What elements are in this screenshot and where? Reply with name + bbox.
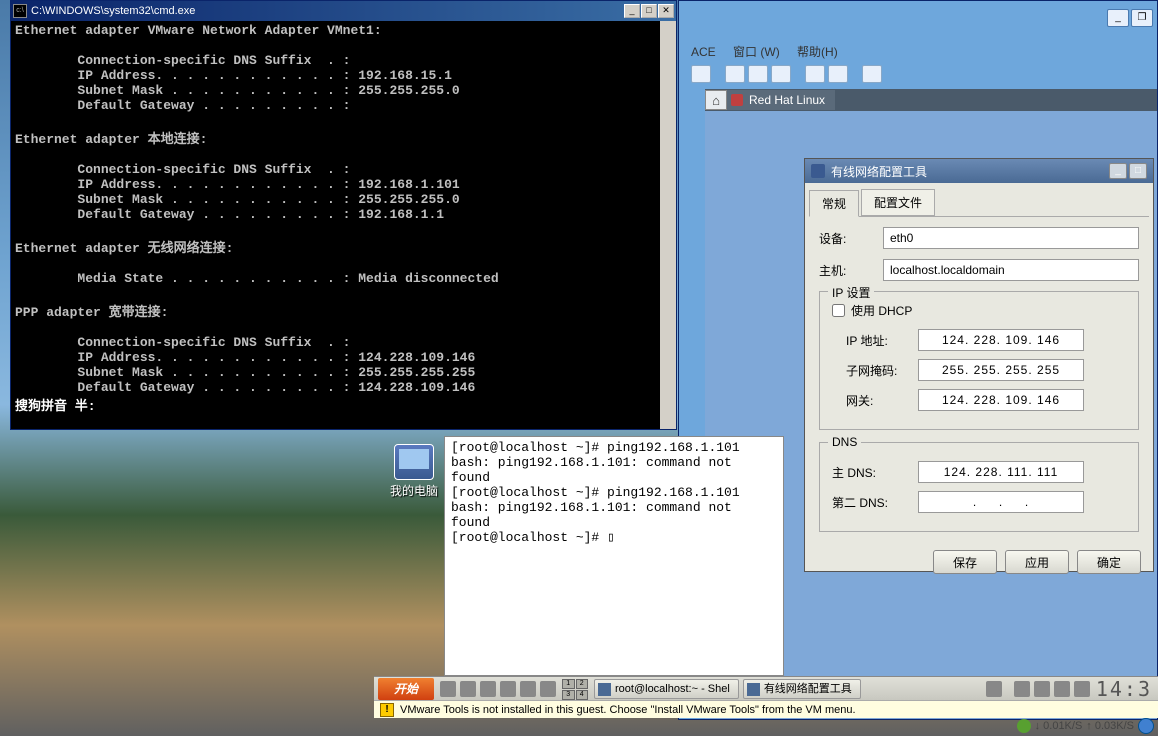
cmd-text: Ethernet adapter VMware Network Adapter … [15,23,499,395]
tray-icon[interactable] [460,681,476,697]
dialog-titlebar[interactable]: 有线网络配置工具 _ □ [805,159,1153,183]
toolbar-button[interactable] [748,65,768,83]
gateway-label: 网关: [832,392,918,409]
mask-label: 子网掩码: [832,362,918,379]
tray-icon[interactable] [480,681,496,697]
cmd-titlebar[interactable]: c:\ C:\WINDOWS\system32\cmd.exe _ □ ✕ [11,1,676,21]
taskbar-item-terminal[interactable]: root@localhost:~ - Shel [594,679,739,699]
linux-terminal-window[interactable]: [root@localhost ~]# ping192.168.1.101 ba… [444,436,784,676]
dns2-label: 第二 DNS: [832,494,918,511]
tray-icon[interactable] [986,681,1002,697]
clock: 14:3 [1096,677,1152,701]
dialog-title: 有线网络配置工具 [831,163,927,180]
toolbar-button[interactable] [862,65,882,83]
toolbar-button[interactable] [805,65,825,83]
tray-icon[interactable] [1014,681,1030,697]
start-button[interactable]: 开始 [378,678,434,700]
mask-input[interactable] [918,359,1084,381]
vmware-menubar: ACE 窗口 (W) 帮助(H) [691,43,1157,60]
maximize-button[interactable]: □ [1129,163,1147,179]
tray-icon[interactable] [440,681,456,697]
gnome-taskbar: 开始 1234 root@localhost:~ - Shel 有线网络配置工具… [374,676,1158,700]
dns-group: DNS 主 DNS: 第二 DNS: [819,442,1139,532]
dialog-tabs: 常规 配置文件 [809,189,1149,217]
ok-button[interactable]: 确定 [1077,550,1141,574]
network-icon [811,164,825,178]
workspace-switcher[interactable]: 1234 [562,679,588,699]
ip-settings-group: IP 设置 使用 DHCP IP 地址: 子网掩码: 网关: [819,291,1139,430]
dns-group-label: DNS [828,435,861,449]
status-text: VMware Tools is not installed in this gu… [400,704,856,716]
my-computer-label: 我的电脑 [384,482,444,499]
upload-speed: ↑ 0.03K/S [1086,720,1134,732]
maximize-button[interactable]: □ [641,4,657,18]
tray-icon[interactable] [500,681,516,697]
cmd-icon: c:\ [13,4,27,18]
host-input[interactable] [883,259,1139,281]
menu-ace[interactable]: ACE [691,45,716,59]
dns2-input[interactable] [918,491,1084,513]
close-button[interactable]: ✕ [658,4,674,18]
tab-home[interactable]: ⌂ [705,90,727,110]
tab-general[interactable]: 常规 [809,190,859,217]
host-label: 主机: [819,262,883,279]
network-config-dialog: 有线网络配置工具 _ □ 常规 配置文件 设备: 主机: IP 设置 使用 DH… [804,158,1154,572]
dns1-input[interactable] [918,461,1084,483]
vmware-toolbar [691,63,1157,85]
cmd-output[interactable]: Ethernet adapter VMware Network Adapter … [11,21,676,429]
taskbar-item-netconfig[interactable]: 有线网络配置工具 [743,679,861,699]
ime-status: 搜狗拼音 半: [15,399,96,414]
tray-icon[interactable] [1054,681,1070,697]
ip-settings-label: IP 设置 [828,284,874,301]
terminal-output[interactable]: [root@localhost ~]# ping192.168.1.101 ba… [445,437,783,548]
ip-input[interactable] [918,329,1084,351]
device-input[interactable] [883,227,1139,249]
dialog-button-row: 保存 应用 确定 [805,542,1153,582]
tab-redhat-linux[interactable]: Red Hat Linux [727,90,835,110]
cmd-title-text: C:\WINDOWS\system32\cmd.exe [31,5,195,17]
tray-icon[interactable] [1034,681,1050,697]
minimize-button[interactable]: _ [1109,163,1127,179]
vmware-statusbar: ! VMware Tools is not installed in this … [374,700,1158,718]
tray-icon[interactable] [1074,681,1090,697]
dns1-label: 主 DNS: [832,464,918,481]
vmware-restore-button[interactable]: ❐ [1131,9,1153,27]
gateway-input[interactable] [918,389,1084,411]
menu-help[interactable]: 帮助(H) [797,45,838,59]
ip-label: IP 地址: [832,332,918,349]
vmware-minimize-button[interactable]: _ [1107,9,1129,27]
menu-window[interactable]: 窗口 (W) [733,45,780,59]
download-speed: ↓ 0.01K/S [1035,720,1083,732]
toolbar-button[interactable] [725,65,745,83]
save-button[interactable]: 保存 [933,550,997,574]
tray-icon[interactable] [520,681,536,697]
use-dhcp-label: 使用 DHCP [851,302,912,319]
host-system-tray: ↓ 0.01K/S ↑ 0.03K/S [1017,718,1154,734]
tray-icon[interactable] [1017,719,1031,733]
tray-icon[interactable] [540,681,556,697]
ie-icon[interactable] [1138,718,1154,734]
warning-icon: ! [380,703,394,717]
apply-button[interactable]: 应用 [1005,550,1069,574]
device-label: 设备: [819,230,883,247]
tab-profiles[interactable]: 配置文件 [861,189,935,216]
my-computer-icon[interactable]: 我的电脑 [384,444,444,499]
computer-icon [394,444,434,480]
dialog-form: 设备: 主机: IP 设置 使用 DHCP IP 地址: 子网掩码: 网关: [805,217,1153,542]
vmware-tabs: ⌂ Red Hat Linux [705,89,1157,111]
use-dhcp-checkbox[interactable] [832,304,845,317]
toolbar-button[interactable] [828,65,848,83]
minimize-button[interactable]: _ [624,4,640,18]
cmd-window: c:\ C:\WINDOWS\system32\cmd.exe _ □ ✕ Et… [10,0,677,430]
toolbar-button[interactable] [691,65,711,83]
toolbar-button[interactable] [771,65,791,83]
